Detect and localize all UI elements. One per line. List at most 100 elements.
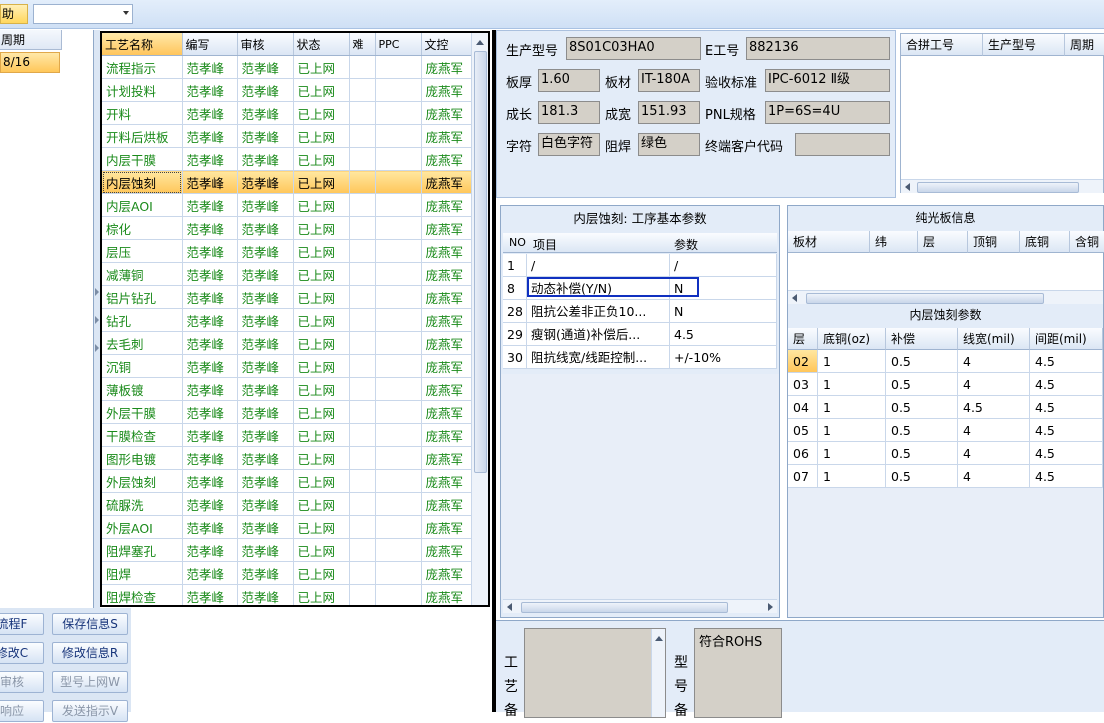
grid-cell[interactable]: 范孝峰 (237, 78, 294, 102)
grid-cell[interactable] (375, 492, 422, 516)
grid-col-header[interactable]: 工艺名称 (102, 33, 183, 56)
grid-cell[interactable]: 范孝峰 (237, 469, 294, 493)
grid-cell[interactable]: 范孝峰 (237, 308, 294, 332)
etch-col-header[interactable]: 层 (788, 328, 818, 350)
grid-cell[interactable]: 范孝峰 (182, 101, 238, 125)
grid-cell[interactable] (349, 492, 376, 516)
grid-cell[interactable]: 范孝峰 (237, 55, 294, 79)
period-row[interactable]: 8/16 (0, 52, 60, 73)
prod-model-field[interactable]: 8S01C03HA0 (566, 37, 701, 60)
grid-cell[interactable]: 范孝峰 (237, 124, 294, 148)
grid-cell[interactable] (375, 584, 422, 605)
grid-cell[interactable]: 庞燕军 (421, 78, 473, 102)
grid-cell[interactable]: 已上网 (293, 469, 350, 493)
merge-col-job[interactable]: 合拼工号 (901, 34, 983, 56)
width-field[interactable]: 151.93 (638, 101, 700, 124)
grid-cell[interactable]: 已上网 (293, 538, 350, 562)
grid-cell[interactable]: 铝片钻孔 (102, 285, 183, 309)
grid-cell[interactable]: 庞燕军 (421, 584, 473, 605)
grid-cell[interactable] (349, 469, 376, 493)
table-row[interactable]: 阻焊塞孔 范孝峰 范孝峰 已上网 庞燕军 (102, 538, 473, 562)
grid-cell[interactable]: 范孝峰 (237, 561, 294, 585)
grid-cell[interactable] (375, 538, 422, 562)
grid-cell[interactable]: 阻焊 (102, 561, 183, 585)
param-cell[interactable]: 瘦钢(通道)补偿后... (527, 323, 670, 346)
param-cell[interactable]: 4.5 (670, 323, 777, 346)
etch-cell[interactable]: 0.5 (886, 442, 958, 465)
grid-cell[interactable]: 范孝峰 (182, 492, 238, 516)
thickness-field[interactable]: 1.60 (538, 69, 600, 92)
scroll-thumb[interactable] (474, 51, 487, 473)
merge-col-model[interactable]: 生产型号 (983, 34, 1065, 56)
table-row[interactable]: 内层AOI 范孝峰 范孝峰 已上网 庞燕军 (102, 193, 473, 217)
grid-cell[interactable]: 庞燕军 (421, 55, 473, 79)
etch-cell[interactable]: 1 (818, 396, 886, 419)
grid-cell[interactable]: 已上网 (293, 515, 350, 539)
scroll-up-icon[interactable] (472, 35, 488, 49)
table-row[interactable]: 开料 范孝峰 范孝峰 已上网 庞燕军 (102, 101, 473, 125)
grid-cell[interactable]: 范孝峰 (182, 377, 238, 401)
grid-cell[interactable] (349, 124, 376, 148)
grid-cell[interactable]: 去毛刺 (102, 331, 183, 355)
param-cell[interactable]: 29 (503, 323, 527, 346)
table-row[interactable]: 外层AOI 范孝峰 范孝峰 已上网 庞燕军 (102, 515, 473, 539)
model-memo-field[interactable]: 符合ROHS (694, 628, 782, 718)
glossy-hscrollbar[interactable] (788, 290, 1103, 304)
help-menu-button[interactable]: 助 (0, 4, 28, 24)
grid-cell[interactable]: 庞燕军 (421, 193, 473, 217)
length-field[interactable]: 181.3 (538, 101, 600, 124)
grid-cell[interactable]: 范孝峰 (237, 239, 294, 263)
grid-cell[interactable] (349, 239, 376, 263)
etch-cell[interactable]: 4.5 (1030, 442, 1103, 465)
grid-cell[interactable]: 开料后烘板 (102, 124, 183, 148)
grid-cell[interactable] (375, 561, 422, 585)
grid-cell[interactable]: 已上网 (293, 55, 350, 79)
etch-cell[interactable]: 4.5 (1030, 419, 1103, 442)
etch-cell[interactable]: 0.5 (886, 350, 958, 373)
grid-cell[interactable] (375, 147, 422, 171)
grid-cell[interactable]: 范孝峰 (182, 285, 238, 309)
etch-cell[interactable]: 4.5 (1030, 465, 1103, 488)
grid-cell[interactable]: 内层蚀刻 (102, 170, 183, 194)
modify-info-button[interactable]: 修改信息R (52, 642, 128, 664)
grid-cell[interactable] (375, 354, 422, 378)
table-row[interactable]: 硫脲洗 范孝峰 范孝峰 已上网 庞燕军 (102, 492, 473, 516)
grid-cell[interactable]: 已上网 (293, 78, 350, 102)
etch-cell[interactable]: 0.5 (886, 396, 958, 419)
process-memo-field[interactable] (524, 628, 666, 718)
etch-cell[interactable]: 06 (788, 442, 818, 465)
grid-cell[interactable]: 庞燕军 (421, 492, 473, 516)
param-cell[interactable]: 1 (503, 254, 527, 277)
table-row[interactable]: 薄板镀 范孝峰 范孝峰 已上网 庞燕军 (102, 377, 473, 401)
glossy-col-copper[interactable]: 含铜 (1070, 231, 1104, 253)
grid-cell[interactable]: 已上网 (293, 239, 350, 263)
glossy-col-bottom-copper[interactable]: 底铜 (1020, 231, 1070, 253)
grid-cell[interactable]: 范孝峰 (182, 262, 238, 286)
grid-cell[interactable] (375, 377, 422, 401)
audit-button[interactable]: 审核 (0, 671, 44, 693)
chevron-down-icon[interactable] (123, 11, 129, 15)
material-field[interactable]: IT-180A (638, 69, 700, 92)
grid-cell[interactable]: 已上网 (293, 170, 350, 194)
table-row[interactable]: 钻孔 范孝峰 范孝峰 已上网 庞燕军 (102, 308, 473, 332)
modify-button[interactable]: 修改C (0, 642, 44, 664)
customer-field[interactable] (795, 133, 890, 156)
param-cell[interactable]: 30 (503, 346, 527, 369)
scroll-thumb[interactable] (521, 602, 728, 613)
grid-cell[interactable]: 已上网 (293, 216, 350, 240)
grid-cell[interactable]: 范孝峰 (182, 147, 238, 171)
grid-cell[interactable]: 庞燕军 (421, 285, 473, 309)
grid-cell[interactable]: 庞燕军 (421, 377, 473, 401)
grid-cell[interactable]: 范孝峰 (237, 170, 294, 194)
table-row[interactable]: 计划投料 范孝峰 范孝峰 已上网 庞燕军 (102, 78, 473, 102)
grid-cell[interactable]: 已上网 (293, 561, 350, 585)
table-row[interactable]: 流程指示 范孝峰 范孝峰 已上网 庞燕军 (102, 55, 473, 79)
merge-col-period[interactable]: 周期 (1065, 34, 1104, 56)
grid-cell[interactable]: 干膜检查 (102, 423, 183, 447)
process-grid-scrollbar[interactable] (471, 33, 488, 605)
grid-cell[interactable]: 范孝峰 (182, 584, 238, 605)
grid-cell[interactable]: 范孝峰 (237, 285, 294, 309)
etch-cell[interactable]: 4 (958, 465, 1030, 488)
grid-cell[interactable]: 范孝峰 (182, 193, 238, 217)
grid-cell[interactable]: 内层干膜 (102, 147, 183, 171)
